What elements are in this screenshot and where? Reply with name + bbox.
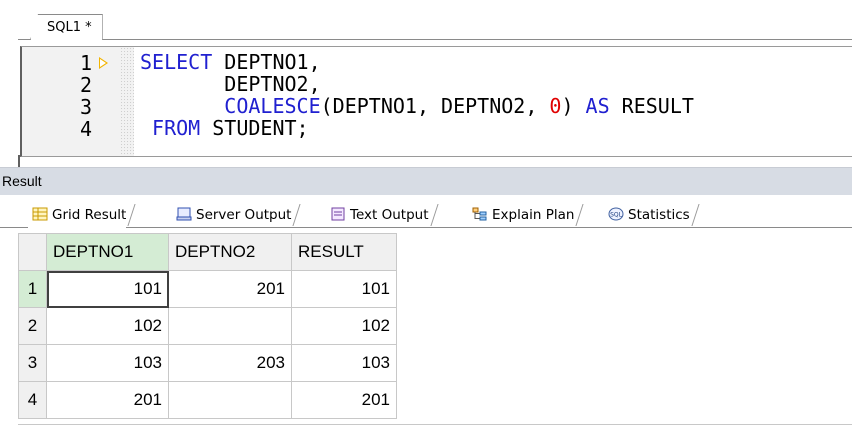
current-line-arrow-icon	[99, 57, 108, 69]
grid-cell[interactable]: 102	[291, 307, 397, 345]
tab-statistics-label: Statistics	[628, 207, 690, 223]
sql-editor: SQL1 * 1 SELECT DEPTNO1, 2 DEPTNO2, 3 COALE…	[18, 8, 852, 157]
grid-cell[interactable]: 103	[46, 344, 169, 382]
code-text: FROM STUDENT;	[140, 117, 309, 139]
tab-divider	[18, 39, 852, 40]
column-header-deptno2[interactable]: DEPTNO2	[168, 233, 292, 271]
code-text: SELECT DEPTNO1,	[140, 51, 321, 73]
line-number: 2	[79, 73, 92, 97]
row-number[interactable]: 3	[18, 344, 47, 382]
table-row[interactable]: 4 201 201	[18, 381, 397, 419]
line-number: 3	[79, 95, 92, 119]
table-row[interactable]: 2 102 102	[18, 307, 397, 345]
grid-cell[interactable]: 103	[291, 344, 397, 382]
code-line[interactable]: 1 SELECT DEPTNO1,	[22, 51, 852, 75]
tab-grid-result-label: Grid Result	[52, 207, 127, 223]
tab-sql1[interactable]: SQL1 *	[30, 14, 103, 40]
editor-left-rule	[18, 155, 20, 167]
code-line[interactable]: 3 COALESCE(DEPTNO1, DEPTNO2, 0) AS RESUL…	[22, 95, 852, 119]
sql-token: DEPTNO2,	[140, 72, 321, 96]
grid-cell[interactable]: 203	[168, 344, 292, 382]
tab-statistics[interactable]: SQL Statistics	[604, 202, 700, 228]
explain-plan-icon	[472, 207, 487, 221]
grid-cell[interactable]: 102	[46, 307, 169, 345]
grid-bottom-rule	[18, 424, 852, 425]
table-row[interactable]: 3 103 203 103	[18, 344, 397, 382]
result-panel-header: Result	[0, 167, 852, 196]
grid-cell[interactable]	[168, 307, 292, 345]
tab-server-output[interactable]: Server Output	[172, 202, 302, 228]
result-grid: DEPTNO1 DEPTNO2 RESULT 1 101 201 101 2 1…	[18, 233, 397, 419]
row-number[interactable]: 4	[18, 381, 47, 419]
sql-token: )	[561, 94, 586, 118]
server-output-icon	[176, 207, 192, 221]
grid-cell[interactable]: 201	[291, 381, 397, 419]
grid-cell[interactable]	[168, 381, 292, 419]
line-number: 4	[79, 117, 92, 141]
tab-server-output-label: Server Output	[196, 207, 292, 223]
sql-token: STUDENT;	[200, 116, 309, 140]
tab-text-output[interactable]: Text Output	[326, 202, 439, 228]
column-header-result[interactable]: RESULT	[291, 233, 397, 271]
row-number[interactable]: 2	[18, 307, 47, 345]
code-line[interactable]: 4 FROM STUDENT;	[22, 117, 852, 141]
row-number[interactable]: 1	[18, 270, 47, 308]
column-header-deptno1[interactable]: DEPTNO1	[46, 233, 169, 271]
grid-header-row: DEPTNO1 DEPTNO2 RESULT	[18, 233, 397, 271]
sql-number: 0	[549, 94, 562, 118]
sql-function: COALESCE	[224, 94, 321, 118]
text-output-icon	[331, 207, 345, 221]
sql-keyword: AS	[585, 94, 610, 118]
tab-explain-plan-label: Explain Plan	[492, 207, 575, 223]
svg-text:SQL: SQL	[610, 212, 623, 219]
code-text: DEPTNO2,	[140, 72, 321, 96]
line-number: 1	[79, 51, 92, 75]
sql-token: (DEPTNO1, DEPTNO2,	[320, 94, 550, 118]
code-line[interactable]: 2 DEPTNO2,	[22, 72, 852, 97]
grid-icon	[32, 207, 48, 221]
statistics-icon: SQL	[608, 207, 624, 221]
grid-cell[interactable]: 201	[168, 270, 292, 308]
grid-corner[interactable]	[18, 233, 47, 271]
sql-keyword: SELECT	[140, 50, 213, 74]
tab-grid-result[interactable]: Grid Result	[28, 202, 136, 228]
tab-explain-plan[interactable]: Explain Plan	[468, 202, 585, 228]
code-text: COALESCE(DEPTNO1, DEPTNO2, 0) AS RESULT	[140, 95, 694, 117]
code-area[interactable]: 1 SELECT DEPTNO1, 2 DEPTNO2, 3 COALESCE(DEP…	[20, 46, 852, 157]
table-row[interactable]: 1 101 201 101	[18, 270, 397, 308]
result-tabs: Grid Result Server Output Text Output Ex…	[0, 195, 852, 229]
result-panel-title: Result	[2, 173, 42, 189]
grid-cell[interactable]: 201	[46, 381, 169, 419]
grid-cell[interactable]: 101	[291, 270, 397, 308]
tab-text-output-label: Text Output	[350, 207, 429, 223]
sql-keyword: FROM	[140, 116, 201, 140]
grid-cell[interactable]: 101	[46, 270, 169, 308]
sql-token: RESULT	[609, 94, 694, 118]
sql-token: DEPTNO1,	[212, 50, 321, 74]
